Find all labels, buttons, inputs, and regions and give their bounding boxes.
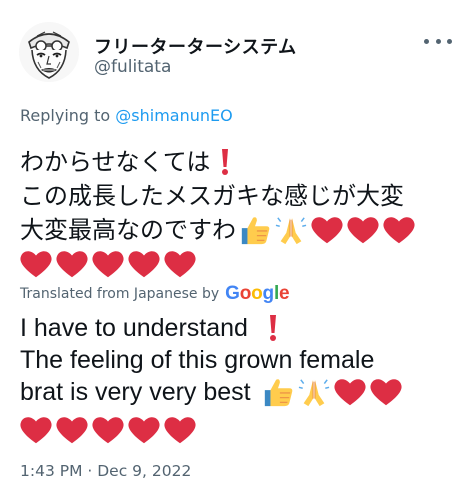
heart-icon <box>334 379 366 406</box>
translation-attribution: Translated from Japanese by Google <box>20 283 290 305</box>
heart-icon <box>164 251 196 278</box>
more-options-button[interactable] <box>424 32 452 50</box>
thumbs-up-icon <box>264 379 292 407</box>
emoji-group <box>238 213 416 247</box>
more-dot-icon <box>424 38 429 44</box>
translation-label: Translated from Japanese by <box>20 286 220 302</box>
folded-hands-icon <box>298 379 329 407</box>
tweet-line-text: この成長したメスガキな感じが大変 <box>20 182 404 210</box>
google-logo[interactable]: Google <box>225 283 289 305</box>
heart-icon <box>56 417 88 444</box>
emoji-group <box>19 414 460 446</box>
tweet-line: わからせなくては <box>20 145 460 179</box>
tweet-timestamp[interactable]: 1:43 PM · Dec 9, 2022 <box>20 462 191 480</box>
translated-text: I have to understand The feeling of this… <box>20 312 460 446</box>
heart-icon <box>128 251 160 278</box>
user-handle[interactable]: @fulitata <box>94 57 171 77</box>
translated-line: brat is very very best <box>20 376 460 408</box>
heart-icon <box>92 417 124 444</box>
display-name[interactable]: フリーターターシステム <box>94 33 297 59</box>
translated-line-text: brat is very very best <box>20 378 251 406</box>
heart-icon <box>20 417 52 444</box>
heart-icon <box>164 417 196 444</box>
tweet-text: わからせなくては この成長したメスガキな感じが大変 大変最高なのですわ <box>20 145 460 281</box>
tweet-card: フリーターターシステム @fulitata Replying to @shima… <box>0 0 474 496</box>
reply-mention-link[interactable]: @shimanunEO <box>115 106 232 125</box>
heart-icon <box>347 217 379 244</box>
heart-icon <box>92 251 124 278</box>
emoji-group <box>261 375 403 409</box>
translated-line-text: I have to understand <box>20 314 248 342</box>
translated-line: I have to understand <box>20 312 460 344</box>
heart-icon <box>370 379 402 406</box>
exclamation-icon <box>269 315 276 341</box>
reply-prefix: Replying to <box>20 106 111 125</box>
more-dot-icon <box>447 38 452 44</box>
heart-icon <box>128 417 160 444</box>
folded-hands-icon <box>275 217 307 245</box>
heart-icon <box>56 251 88 278</box>
translated-line: The feeling of this grown female <box>20 344 460 376</box>
avatar[interactable] <box>19 22 79 82</box>
heart-icon <box>383 217 415 244</box>
emoji-group <box>19 247 460 281</box>
more-dot-icon <box>435 38 441 44</box>
reply-context: Replying to @shimanunEO <box>20 106 233 125</box>
tweet-line: この成長したメスガキな感じが大変 <box>20 179 460 213</box>
tweet-line-text: 大変最高なのですわ <box>20 216 236 244</box>
heart-icon <box>311 217 343 244</box>
heart-icon <box>20 251 52 278</box>
translated-line-text: The feeling of this grown female <box>20 346 375 374</box>
tweet-line: 大変最高なのですわ <box>20 213 460 247</box>
thumbs-up-icon <box>241 217 270 245</box>
tweet-line-text: わからせなくては <box>20 148 211 176</box>
exclamation-icon <box>222 149 229 175</box>
avatar-illustration <box>19 22 79 82</box>
